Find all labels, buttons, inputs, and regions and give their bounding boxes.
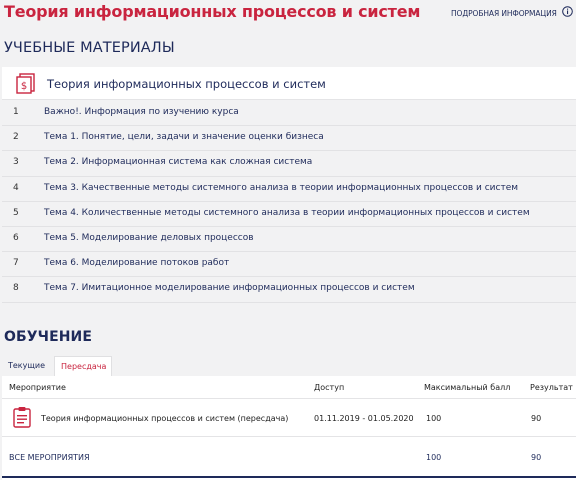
- material-link[interactable]: Тема 3. Качественные методы системного а…: [44, 183, 518, 193]
- event-access-dates: 01.11.2019 - 01.05.2020: [314, 414, 414, 423]
- material-link[interactable]: Тема 6. Моделирование потоков работ: [44, 258, 229, 268]
- clipboard-icon: [13, 407, 31, 428]
- materials-list: 1 Важно!. Информация по изучению курса 2…: [2, 101, 576, 303]
- svg-text:$: $: [21, 81, 27, 92]
- all-events-max-score: 100: [426, 453, 442, 462]
- material-link[interactable]: Тема 4. Количественные методы системного…: [44, 208, 530, 218]
- material-item-7[interactable]: 7 Тема 6. Моделирование потоков работ: [2, 252, 576, 278]
- material-item-3[interactable]: 3 Тема 2. Информационная система как сло…: [2, 151, 576, 177]
- material-item-6[interactable]: 6 Тема 5. Моделирование деловых процессо…: [2, 226, 576, 253]
- info-icon[interactable]: [562, 6, 573, 17]
- tab-retake[interactable]: Пересдача: [54, 356, 112, 376]
- tab-current[interactable]: Текущие: [2, 356, 50, 376]
- material-link[interactable]: Тема 5. Моделирование деловых процессов: [44, 233, 254, 243]
- column-header-access: Доступ: [314, 383, 345, 392]
- event-max-score: 100: [426, 414, 442, 423]
- training-table: Мероприятие Доступ Максимальный балл Рез…: [2, 376, 576, 480]
- material-item-2[interactable]: 2 Тема 1. Понятие, цели, задачи и значен…: [2, 126, 576, 152]
- material-number: 3: [13, 157, 19, 168]
- training-heading: ОБУЧЕНИЕ: [4, 329, 93, 345]
- all-events-result: 90: [531, 453, 542, 462]
- material-link[interactable]: Тема 1. Понятие, цели, задачи и значение…: [44, 132, 324, 142]
- row-divider: [2, 436, 576, 437]
- footer-divider: [2, 476, 576, 478]
- material-item-5[interactable]: 5 Тема 4. Количественные методы системно…: [2, 201, 576, 227]
- column-header-result: Результат: [530, 383, 573, 392]
- material-number: 8: [13, 283, 19, 294]
- material-item-1[interactable]: 1 Важно!. Информация по изучению курса: [2, 101, 576, 127]
- all-events-label: ВСЕ МЕРОПРИЯТИЯ: [9, 453, 90, 462]
- material-link[interactable]: Тема 2. Информационная система как сложн…: [44, 157, 312, 167]
- page-title: Теория информационных процессов и систем: [4, 2, 421, 21]
- material-number: 4: [13, 182, 19, 193]
- material-link[interactable]: Тема 7. Имитационное моделирование инфор…: [44, 283, 415, 293]
- column-header-max-score: Максимальный балл: [424, 383, 511, 392]
- column-header-event: Мероприятие: [9, 383, 66, 392]
- detailed-info-link[interactable]: ПОДРОБНАЯ ИНФОРМАЦИЯ: [451, 9, 557, 18]
- material-number: 7: [13, 258, 19, 269]
- material-number: 2: [13, 132, 19, 143]
- material-item-8[interactable]: 8 Тема 7. Имитационное моделирование инф…: [2, 277, 576, 303]
- event-link[interactable]: Теория информационных процессов и систем…: [41, 414, 288, 423]
- header-divider: [2, 398, 576, 399]
- course-card[interactable]: $ Теория информационных процессов и сист…: [2, 67, 576, 100]
- material-item-4[interactable]: 4 Тема 3. Качественные методы системного…: [2, 176, 576, 202]
- materials-heading: УЧЕБНЫЕ МАТЕРИАЛЫ: [4, 40, 175, 56]
- event-result: 90: [531, 414, 542, 423]
- material-number: 6: [13, 232, 19, 243]
- course-document-icon: $: [16, 73, 35, 94]
- material-number: 1: [13, 107, 19, 117]
- material-number: 5: [13, 207, 19, 218]
- material-link[interactable]: Важно!. Информация по изучению курса: [44, 107, 239, 117]
- course-title[interactable]: Теория информационных процессов и систем: [47, 77, 326, 91]
